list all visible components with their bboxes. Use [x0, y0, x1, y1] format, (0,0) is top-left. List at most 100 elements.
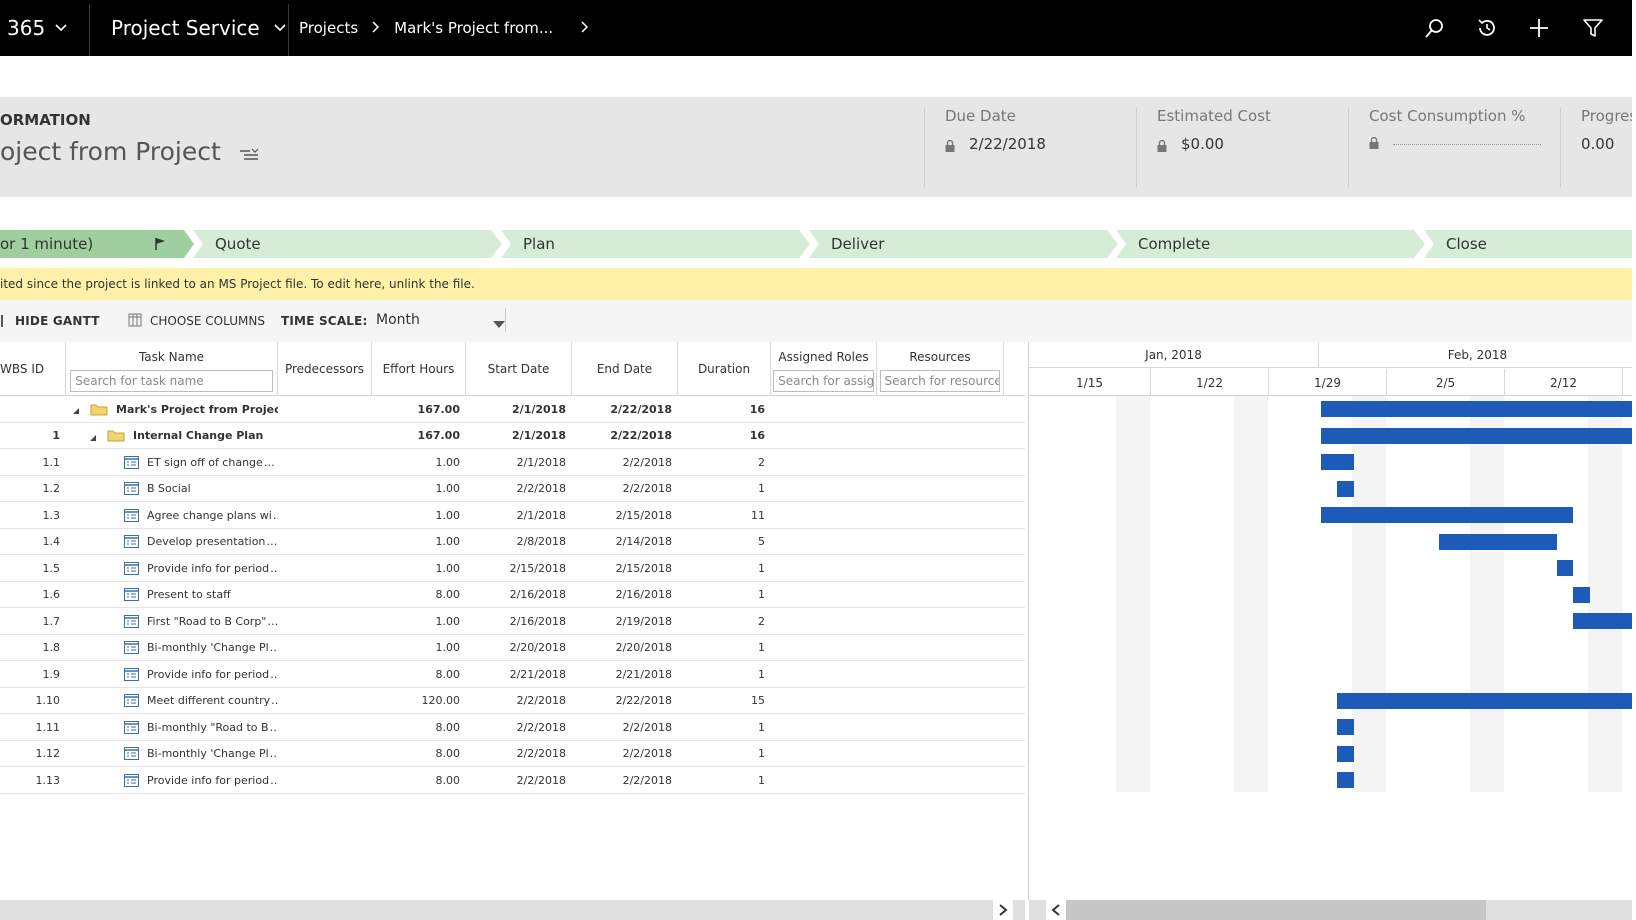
collapse-triangle-icon[interactable] — [89, 432, 97, 441]
plus-icon[interactable] — [1528, 17, 1550, 39]
column-header-assigned-roles[interactable]: Assigned Roles Search for assigned — [771, 342, 877, 396]
task-name-text[interactable]: Bi-monthly 'Change Pl — [147, 747, 269, 760]
top-navigation-bar: 365 Project Service Projects Mark's Proj… — [0, 0, 1636, 56]
stage-close[interactable]: Close — [1424, 230, 1636, 258]
stage-deliver[interactable]: Deliver — [809, 230, 1119, 258]
stage-quote[interactable]: Quote — [193, 230, 503, 258]
task-row[interactable]: 1.5 Provide info for period… 1.00 2/15/2018… — [0, 555, 1025, 582]
gantt-task-bar[interactable] — [1320, 401, 1636, 417]
task-row[interactable]: 1.8 Bi-monthly 'Change Pl… 1.00 2/20/2018 2/… — [0, 635, 1025, 661]
task-name-search-input[interactable]: Search for task name — [70, 370, 273, 392]
task-name-text[interactable]: First "Road to B Corp" — [147, 615, 266, 628]
choose-columns-button[interactable]: CHOOSE COLUMNS — [128, 300, 265, 342]
history-icon[interactable] — [1476, 17, 1498, 39]
task-row[interactable]: 1.3 Agree change plans wi… 1.00 2/1/2018 2/1… — [0, 502, 1025, 529]
gantt-task-bar[interactable] — [1438, 533, 1557, 550]
task-end-date: 2/21/2018 — [615, 667, 672, 681]
gantt-task-bar[interactable] — [1556, 560, 1574, 576]
task-name-text[interactable]: Internal Change Plan — [133, 429, 263, 442]
stage-active[interactable]: or 1 minute) — [0, 230, 194, 258]
app-name: 365 — [7, 16, 46, 40]
task-wbs-id: 1 — [52, 429, 60, 442]
column-header-duration[interactable]: Duration — [678, 342, 771, 396]
nav-divider — [288, 4, 289, 56]
time-scale-label: TIME SCALE: — [281, 314, 368, 328]
task-name-text[interactable]: Bi-monthly 'Change Pl — [147, 641, 269, 654]
task-name-text[interactable]: Meet different country — [147, 694, 270, 707]
collapse-triangle-icon[interactable] — [72, 405, 80, 414]
column-header-start-date[interactable]: Start Date — [466, 342, 572, 396]
task-name-text[interactable]: Present to staff — [147, 588, 231, 601]
search-icon[interactable] — [1424, 17, 1446, 39]
chevron-right-icon[interactable] — [581, 19, 589, 37]
form-selector-icon[interactable] — [239, 139, 259, 168]
gantt-task-bar[interactable] — [1337, 692, 1636, 709]
due-date-label: Due Date — [945, 107, 1016, 125]
column-header-task-name[interactable]: Task Name Search for task name — [66, 342, 278, 396]
task-row[interactable]: 1.7 First "Road to B Corp"… 1.00 2/16/2018 2… — [0, 608, 1025, 635]
task-end-date: 2/19/2018 — [615, 614, 672, 628]
gantt-task-bar[interactable] — [1337, 745, 1355, 762]
column-header-wbs[interactable]: WBS ID — [0, 342, 66, 396]
gantt-task-bar[interactable] — [1337, 719, 1355, 735]
task-row[interactable]: 1.6 Present to staff 8.00 2/16/2018 2/16/201… — [0, 582, 1025, 608]
time-scale-select[interactable]: Month — [370, 308, 506, 332]
column-header-end-date[interactable]: End Date — [572, 342, 678, 396]
task-name-text[interactable]: Bi-monthly "Road to B — [147, 721, 269, 734]
column-header-predecessors[interactable]: Predecessors — [278, 342, 372, 396]
task-row[interactable]: 1.11 Bi-monthly "Road to B… 8.00 2/2/2018 2/… — [0, 714, 1025, 741]
filter-icon[interactable] — [1582, 17, 1604, 39]
assigned-roles-search-input[interactable]: Search for assigned — [773, 370, 874, 392]
gantt-task-bar[interactable] — [1320, 427, 1636, 444]
resources-search-input[interactable]: Search for resources — [879, 370, 1001, 392]
task-name-text[interactable]: Provide info for period — [147, 668, 269, 681]
gantt-week-1-29: 1/29 — [1269, 369, 1387, 396]
breadcrumb-current-project[interactable]: Mark's Project from... — [394, 19, 553, 37]
grid-horizontal-scrollbar[interactable] — [0, 900, 1025, 920]
task-name-text[interactable]: Mark's Project from Project — [116, 403, 278, 416]
task-name-cell: Bi-monthly 'Change Pl… — [124, 635, 278, 661]
stage-plan[interactable]: Plan — [501, 230, 811, 258]
task-row[interactable]: 1.2 B Social 1.00 2/2/2018 2/2/2018 1 — [0, 476, 1025, 502]
task-end-date: 2/20/2018 — [615, 641, 672, 654]
task-duration: 1 — [758, 747, 765, 760]
task-wbs-id: 1.11 — [35, 720, 61, 734]
task-name-text[interactable]: Provide info for period — [147, 562, 269, 575]
column-header-resources[interactable]: Resources Search for resources — [877, 342, 1004, 396]
gantt-task-bar[interactable] — [1320, 454, 1355, 470]
gantt-task-bar[interactable] — [1573, 586, 1591, 603]
task-wbs-id: 1.12 — [35, 747, 61, 760]
caret-down-icon[interactable] — [493, 314, 505, 333]
task-name-text[interactable]: Agree change plans wi — [147, 509, 272, 522]
task-row[interactable]: 1.9 Provide info for period… 8.00 2/21/2018… — [0, 661, 1025, 688]
gantt-scrollbar-thumb[interactable] — [1066, 900, 1486, 920]
hide-gantt-button[interactable]: HIDE GANTT — [0, 300, 100, 342]
module-switcher[interactable]: Project Service — [111, 0, 286, 56]
gantt-task-bar[interactable] — [1573, 613, 1636, 629]
scroll-left-arrow-icon[interactable] — [1046, 900, 1066, 920]
task-name-text[interactable]: B Social — [147, 482, 191, 495]
task-row[interactable]: 1.10 Meet different country… 120.00 2/2/201… — [0, 688, 1025, 714]
task-row[interactable]: 1.1 ET sign off of change… 1.00 2/1/2018 2/2… — [0, 449, 1025, 476]
gantt-task-bar[interactable] — [1337, 480, 1355, 497]
task-name-text[interactable]: Develop presentation — [147, 535, 265, 548]
task-name-text[interactable]: ET sign off of change — [147, 456, 263, 469]
stage-complete[interactable]: Complete — [1116, 230, 1426, 258]
breadcrumb-projects[interactable]: Projects — [299, 19, 358, 37]
task-start-date: 2/8/2018 — [516, 535, 566, 548]
task-name-text[interactable]: Provide info for period — [147, 774, 269, 787]
task-row[interactable]: Mark's Project from Project 167.00 2/1/201… — [0, 396, 1025, 423]
gantt-task-bar[interactable] — [1337, 772, 1355, 788]
task-row[interactable]: 1.12 Bi-monthly 'Change Pl… 8.00 2/2/2018 2/… — [0, 741, 1025, 767]
stage-label-quote: Quote — [215, 235, 261, 253]
text-truncation-ellipsis: … — [270, 721, 278, 734]
task-wbs-id: 1.7 — [42, 614, 61, 628]
gantt-task-bar[interactable] — [1320, 507, 1574, 523]
app-switcher[interactable]: 365 — [7, 0, 67, 56]
task-row[interactable]: 1.13 Provide info for period… 8.00 2/2/2018… — [0, 767, 1025, 794]
cost-consumption-empty-value — [1393, 137, 1541, 145]
column-header-effort-hours[interactable]: Effort Hours — [372, 342, 466, 396]
task-row[interactable]: 1 Internal Change Plan 167.00 2/1/2018 2/22/… — [0, 423, 1025, 449]
task-row[interactable]: 1.4 Develop presentation… 1.00 2/8/2018 2/14… — [0, 529, 1025, 555]
scroll-right-arrow-icon[interactable] — [993, 900, 1013, 920]
